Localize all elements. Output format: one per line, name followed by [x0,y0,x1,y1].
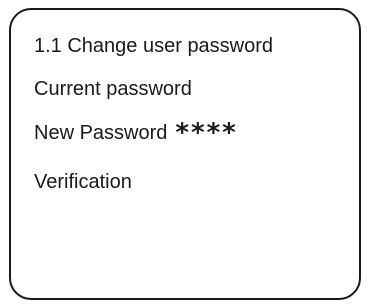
page-title: 1.1 Change user password [34,35,274,57]
verification-label: Verification [34,171,132,193]
new-password-item[interactable]: New Password **** [34,120,238,146]
new-password-field[interactable]: **** [175,120,237,146]
password-menu-screen: 1.1 Change user password Current passwor… [9,8,361,300]
current-password-item[interactable]: Current password [34,77,192,101]
verification-item[interactable]: Verification [34,170,132,194]
current-password-label: Current password [34,78,192,100]
new-password-label: New Password [34,122,168,144]
